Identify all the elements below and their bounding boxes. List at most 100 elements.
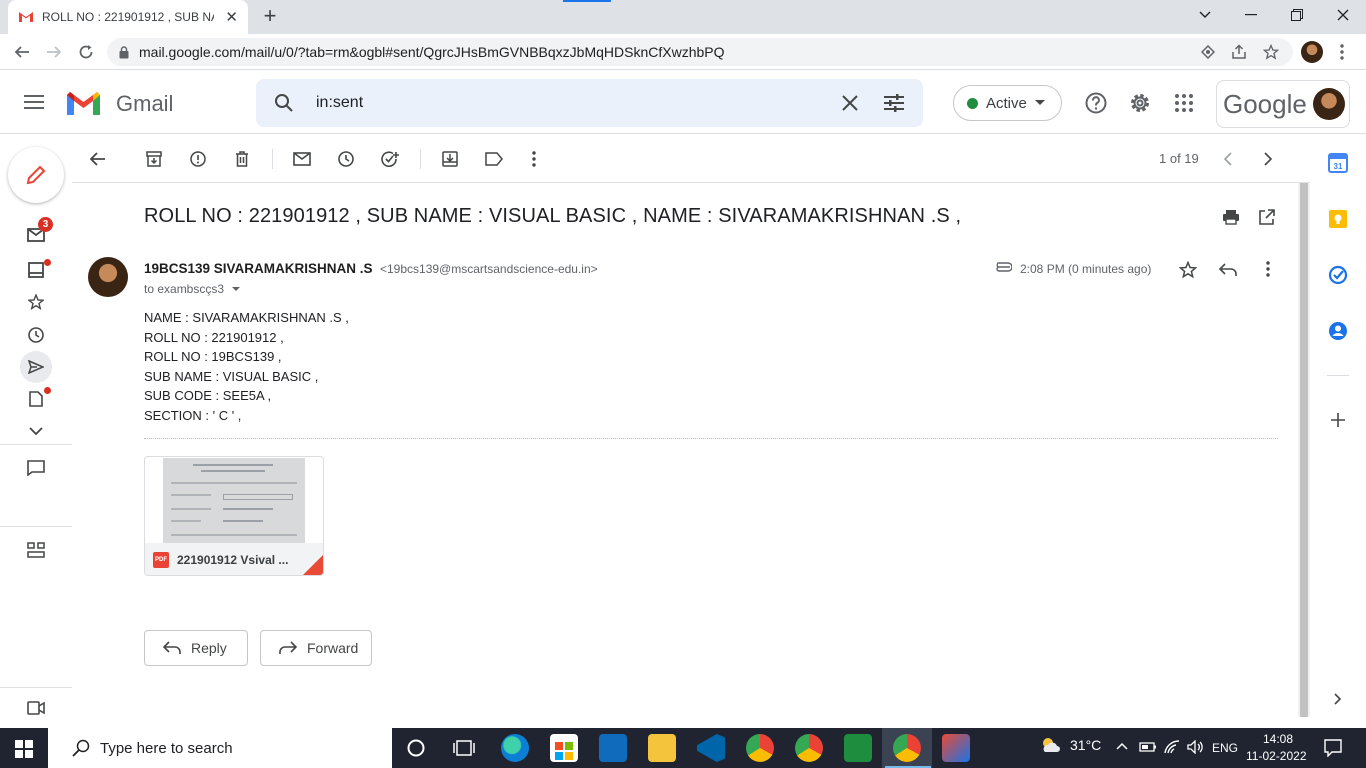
profile-avatar[interactable] xyxy=(1301,41,1323,63)
move-to-icon[interactable] xyxy=(438,147,462,171)
clock-time[interactable]: 14:08 xyxy=(1256,732,1300,746)
cortana-icon[interactable] xyxy=(406,738,426,758)
volume-icon[interactable] xyxy=(1187,740,1205,754)
wifi-icon[interactable] xyxy=(1164,740,1180,754)
apps-grid-icon[interactable] xyxy=(1175,94,1193,112)
chat-icon[interactable] xyxy=(20,452,52,484)
weather-widget[interactable]: 31°C xyxy=(1040,736,1101,754)
tab-title: ROLL NO : 221901912 , SUB NAM xyxy=(42,10,214,24)
battery-icon[interactable] xyxy=(1139,741,1157,753)
spaces-icon[interactable] xyxy=(20,534,52,566)
search-options-icon[interactable] xyxy=(884,94,904,112)
snooze-clock-icon[interactable] xyxy=(334,147,358,171)
delete-trash-icon[interactable] xyxy=(230,147,254,171)
tasks-icon[interactable] xyxy=(1327,264,1349,286)
keep-icon[interactable] xyxy=(1327,208,1349,230)
vscode-app-icon[interactable] xyxy=(697,734,725,762)
forward-button[interactable]: Forward xyxy=(260,630,372,666)
svg-text:31: 31 xyxy=(1334,162,1343,171)
archive-icon[interactable] xyxy=(142,147,166,171)
add-plus-icon[interactable] xyxy=(1327,409,1349,431)
tray-chevron-up-icon[interactable] xyxy=(1116,742,1128,750)
google-account-button[interactable]: Google xyxy=(1216,80,1350,128)
chrome-profile-app-icon[interactable] xyxy=(746,734,774,762)
settings-gear-icon[interactable] xyxy=(1129,92,1151,114)
new-tab-button[interactable]: + xyxy=(258,4,282,28)
browser-tab[interactable]: ROLL NO : 221901912 , SUB NAM ✕ xyxy=(8,0,248,34)
report-spam-icon[interactable] xyxy=(186,147,210,171)
file-explorer-icon[interactable] xyxy=(648,734,676,762)
mail-app-icon[interactable] xyxy=(599,734,627,762)
older-chevron-right-icon[interactable] xyxy=(1256,147,1280,171)
open-new-window-icon[interactable] xyxy=(1259,209,1275,225)
message-more-icon[interactable] xyxy=(1266,261,1270,277)
pencil-icon xyxy=(26,165,46,185)
attachment-card[interactable]: PDF 221901912 Vsival ... xyxy=(144,456,324,576)
tab-close-icon[interactable]: ✕ xyxy=(225,8,238,26)
install-icon[interactable] xyxy=(1201,45,1215,59)
language-indicator[interactable]: ENG xyxy=(1212,741,1238,755)
clear-search-icon[interactable] xyxy=(842,95,858,111)
recipient-details[interactable]: to exambscçs3 xyxy=(144,282,241,296)
gmail-logo-icon[interactable] xyxy=(65,89,102,117)
drafts-notification-dot xyxy=(44,387,51,394)
add-to-tasks-icon[interactable] xyxy=(378,147,402,171)
sender-name[interactable]: 19BCS139 SIVARAMAKRISHNAN .S xyxy=(144,261,373,276)
more-chevron-down-icon[interactable] xyxy=(20,415,52,447)
more-options-icon[interactable] xyxy=(522,147,546,171)
tab-search-icon[interactable] xyxy=(1182,0,1228,30)
search-icon[interactable] xyxy=(274,93,294,113)
attachment-corner-fold xyxy=(303,555,323,575)
label-icon[interactable] xyxy=(482,147,506,171)
compose-button[interactable] xyxy=(8,147,64,203)
message-body: NAME : SIVARAMAKRISHNAN .S , ROLL NO : 2… xyxy=(144,308,349,426)
calendar-icon[interactable]: 31 xyxy=(1327,152,1349,174)
store-app-icon[interactable] xyxy=(550,734,578,762)
reload-icon[interactable] xyxy=(74,40,98,64)
taskbar-search-box[interactable]: Type here to search xyxy=(48,728,392,768)
address-bar[interactable]: mail.google.com/mail/u/0/?tab=rm&ogbl#se… xyxy=(107,38,1293,66)
starred-icon[interactable] xyxy=(20,286,52,318)
edge-app-icon[interactable] xyxy=(501,734,529,762)
windows-start-icon[interactable] xyxy=(15,740,33,758)
scrollbar[interactable] xyxy=(1298,183,1310,717)
search-input[interactable] xyxy=(316,94,816,112)
download-app-icon[interactable] xyxy=(844,734,872,762)
meet-video-icon[interactable] xyxy=(20,692,52,724)
reply-button[interactable]: Reply xyxy=(144,630,248,666)
scrollbar-thumb[interactable] xyxy=(1300,183,1308,717)
contacts-icon[interactable] xyxy=(1327,320,1349,342)
mark-unread-icon[interactable] xyxy=(290,147,314,171)
clock-date[interactable]: 11-02-2022 xyxy=(1246,749,1307,763)
restore-icon[interactable] xyxy=(1274,0,1320,30)
back-to-list-icon[interactable] xyxy=(86,147,110,171)
panel-divider xyxy=(1327,375,1349,376)
main-menu-icon[interactable] xyxy=(24,94,44,110)
task-view-icon[interactable] xyxy=(453,738,475,758)
minimize-icon[interactable] xyxy=(1228,0,1274,30)
back-icon[interactable] xyxy=(10,40,34,64)
star-message-icon[interactable] xyxy=(1179,261,1197,279)
bookmark-star-icon[interactable] xyxy=(1263,44,1279,60)
notifications-icon[interactable] xyxy=(1324,739,1342,757)
status-selector[interactable]: Active xyxy=(953,85,1062,121)
body-line: SUB NAME : VISUAL BASIC , xyxy=(144,368,319,384)
rail-divider xyxy=(0,526,72,527)
attachment-filename: 221901912 Vsival ... xyxy=(177,553,289,567)
forward-icon[interactable] xyxy=(42,40,66,64)
newer-chevron-left-icon[interactable] xyxy=(1216,147,1240,171)
sent-icon[interactable] xyxy=(20,351,52,383)
chrome-active-app-icon[interactable] xyxy=(893,734,921,762)
close-window-icon[interactable] xyxy=(1320,0,1366,30)
snoozed-clock-icon[interactable] xyxy=(20,319,52,351)
chrome-app-icon[interactable] xyxy=(795,734,823,762)
snipping-tool-icon[interactable] xyxy=(942,734,970,762)
chrome-menu-icon[interactable] xyxy=(1340,44,1344,60)
sender-avatar[interactable] xyxy=(88,257,128,297)
panel-chevron-right-icon[interactable] xyxy=(1327,688,1349,710)
details-dropdown-icon[interactable] xyxy=(232,287,241,292)
share-icon[interactable] xyxy=(1231,44,1247,60)
reply-arrow-icon[interactable] xyxy=(1219,263,1237,277)
help-icon[interactable] xyxy=(1085,92,1107,114)
print-icon[interactable] xyxy=(1222,209,1240,225)
